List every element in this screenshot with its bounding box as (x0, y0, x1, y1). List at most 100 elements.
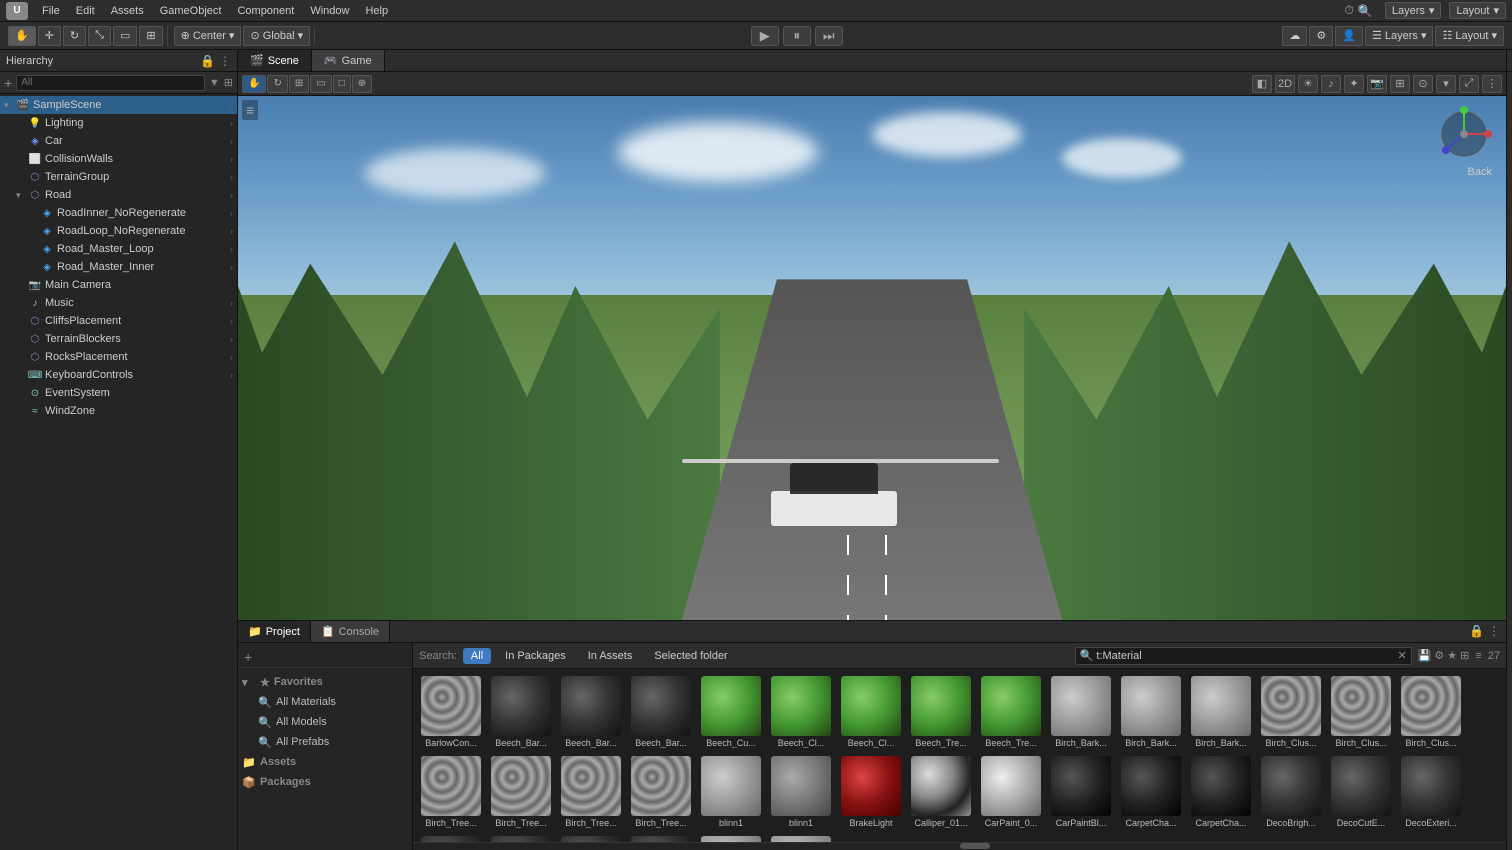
scale-tool-button[interactable]: ⤡ (88, 26, 111, 46)
asset-item-beechtre1[interactable]: Beech_Tre... (907, 673, 975, 751)
hierarchy-menu-icon[interactable]: ⋮ (219, 54, 231, 68)
menu-component[interactable]: Component (231, 3, 300, 19)
tab-console[interactable]: 📋 Console (311, 621, 390, 642)
history-icon[interactable]: ⏱ (1345, 3, 1354, 18)
hierarchy-item-cliffsplacement[interactable]: ⬡ CliffsPlacement › (0, 312, 237, 330)
viewport-cam-button[interactable]: 📷 (1367, 75, 1387, 93)
asset-item-blinn2[interactable]: blinn1 (767, 753, 835, 831)
asset-item-birchbark3[interactable]: Birch_Bark... (1187, 673, 1255, 751)
layers-dropdown[interactable]: Layers ▾ (1385, 2, 1442, 19)
asset-grid-area[interactable]: BarlowCon... Beech_Bar... Beech_Bar... (413, 669, 1506, 842)
pause-button[interactable]: ⏸ (783, 26, 811, 46)
asset-item-birchtree2[interactable]: Birch_Tree... (487, 753, 555, 831)
layout-dropdown[interactable]: Layout ▾ (1449, 2, 1506, 19)
filter-all[interactable]: All (463, 648, 491, 664)
hierarchy-item-roadmasterinner[interactable]: ◈ Road_Master_Inner › (0, 258, 237, 276)
project-search-input[interactable] (1096, 650, 1397, 662)
scene-gizmo-button[interactable]: ⊕ (352, 75, 372, 93)
search-options-icon[interactable]: ⚙ (1434, 649, 1444, 662)
filter-selected-folder[interactable]: Selected folder (646, 648, 735, 664)
hierarchy-item-roadloop[interactable]: ◈ RoadLoop_NoRegenerate › (0, 222, 237, 240)
filter-in-packages[interactable]: In Packages (497, 648, 574, 664)
asset-item-birchtree3[interactable]: Birch_Tree... (557, 753, 625, 831)
hierarchy-item-windzone[interactable]: ≈ WindZone (0, 402, 237, 420)
hierarchy-grid-icon[interactable]: ⊞ (224, 76, 233, 89)
asset-item-beechcu3[interactable]: Beech_Cl... (837, 673, 905, 751)
step-button[interactable]: ⏭ (815, 26, 843, 46)
hierarchy-item-maincamera[interactable]: 📷 Main Camera (0, 276, 237, 294)
global-button[interactable]: ⊙ Global ▾ (243, 26, 310, 46)
menu-file[interactable]: File (36, 3, 66, 19)
sidebar-section-packages[interactable]: 📦 Packages (238, 772, 412, 792)
filter-in-assets[interactable]: In Assets (580, 648, 641, 664)
menu-help[interactable]: Help (359, 3, 394, 19)
asset-item-decointer2[interactable]: DecoInteri... (557, 833, 625, 842)
viewport-more-button[interactable]: ▾ (1436, 75, 1456, 93)
asset-item-decocute[interactable]: DecoCutE... (1327, 753, 1395, 831)
menu-assets[interactable]: Assets (105, 3, 150, 19)
viewport-menu-icon[interactable]: ≡ (242, 100, 258, 120)
asset-item-carpaintbl[interactable]: CarPaintBl... (1047, 753, 1115, 831)
search-input-wrap[interactable]: 🔍 ✕ (1075, 647, 1412, 665)
asset-item-calliper[interactable]: Calliper_01... (907, 753, 975, 831)
asset-item-birchclus3[interactable]: Birch_Clus... (1397, 673, 1465, 751)
pivot-button[interactable]: ⊕ Center ▾ (174, 26, 242, 46)
asset-item-brakelight[interactable]: BrakeLight (837, 753, 905, 831)
save-search-icon[interactable]: 💾 (1418, 649, 1432, 662)
account-button[interactable]: 👤 (1335, 26, 1363, 46)
scene-transform-button[interactable]: ⊞ (289, 75, 309, 93)
menu-edit[interactable]: Edit (70, 3, 101, 19)
hierarchy-item-terrainblockers[interactable]: ⬡ TerrainBlockers › (0, 330, 237, 348)
hierarchy-item-eventsystem[interactable]: ⊙ EventSystem (0, 384, 237, 402)
hierarchy-list[interactable]: ▾ 🎬 SampleScene › 💡 Lighting › ◈ Car › (0, 94, 237, 850)
hierarchy-lock-icon[interactable]: 🔒 (200, 54, 215, 68)
scene-hand-button[interactable]: ✋ (242, 75, 266, 93)
hierarchy-item-road[interactable]: ▾ ⬡ Road › (0, 186, 237, 204)
sidebar-section-favorites[interactable]: ▾ ★ Favorites (238, 672, 412, 692)
search-star-icon[interactable]: ★ (1447, 649, 1457, 662)
hierarchy-item-keyboardcontrols[interactable]: ⌨ KeyboardControls › (0, 366, 237, 384)
viewport-options-button[interactable]: ⋮ (1482, 75, 1502, 93)
hierarchy-item-rocksplacement[interactable]: ⬡ RocksPlacement › (0, 348, 237, 366)
hierarchy-search-input[interactable] (16, 75, 205, 91)
asset-item-carpetcha2[interactable]: CarpetCha... (1187, 753, 1255, 831)
project-lock-icon[interactable]: 🔒 (1469, 624, 1484, 638)
asset-item-birchbark1[interactable]: Birch_Bark... (1047, 673, 1115, 751)
rotate-tool-button[interactable]: ↻ (63, 26, 86, 46)
hierarchy-item-roadinner[interactable]: ◈ RoadInner_NoRegenerate › (0, 204, 237, 222)
sidebar-item-all-prefabs[interactable]: 🔍 All Prefabs (238, 732, 412, 752)
hierarchy-item-terraingroup[interactable]: ⬡ TerrainGroup › (0, 168, 237, 186)
global-search-icon[interactable]: 🔍 (1358, 4, 1373, 18)
menu-gameobject[interactable]: GameObject (154, 3, 228, 19)
hierarchy-item-lighting[interactable]: 💡 Lighting › (0, 114, 237, 132)
asset-item-decointer3[interactable]: DecoInteri... (627, 833, 695, 842)
asset-item-birchbark2[interactable]: Birch_Bark... (1117, 673, 1185, 751)
asset-item-blinn1[interactable]: blinn1 (697, 753, 765, 831)
viewport-2d-button[interactable]: 2D (1275, 75, 1295, 93)
asset-item-decobright[interactable]: DecoBrigh... (1257, 753, 1325, 831)
asset-item-beechtre2[interactable]: Beech_Tre... (977, 673, 1045, 751)
collab-button[interactable]: ☁ (1282, 26, 1307, 46)
layers-btn[interactable]: ☰ Layers ▾ (1365, 26, 1434, 46)
scene-rect2-button[interactable]: □ (333, 75, 351, 93)
viewport-light-button[interactable]: ☀ (1298, 75, 1318, 93)
viewport-shading-button[interactable]: ◧ (1252, 75, 1272, 93)
asset-item-barlowcon[interactable]: BarlowCon... (417, 673, 485, 751)
viewport-expand-button[interactable]: ⤢ (1459, 75, 1479, 93)
asset-item-carpetcha1[interactable]: CarpetCha... (1117, 753, 1185, 831)
menu-window[interactable]: Window (304, 3, 355, 19)
sidebar-item-all-materials[interactable]: 🔍 All Materials (238, 692, 412, 712)
hierarchy-item-music[interactable]: ♪ Music › (0, 294, 237, 312)
scrollbar-thumb[interactable] (960, 843, 990, 849)
sidebar-section-assets[interactable]: 📁 Assets (238, 752, 412, 772)
asset-item-default[interactable]: default (767, 833, 835, 842)
scene-rect-button[interactable]: ▭ (310, 75, 331, 93)
asset-item-beechcu2[interactable]: Beech_Cl... (767, 673, 835, 751)
asset-item-beechcu1[interactable]: Beech_Cu... (697, 673, 765, 751)
transform-tool-button[interactable]: ⊞ (139, 26, 162, 46)
asset-item-birchclus1[interactable]: Birch_Clus... (1257, 673, 1325, 751)
hierarchy-item-roadmasterloop[interactable]: ◈ Road_Master_Loop › (0, 240, 237, 258)
tab-game[interactable]: 🎮 Game (312, 50, 385, 71)
search-clear-icon[interactable]: ✕ (1397, 649, 1406, 662)
scene-rotate-button[interactable]: ↻ (267, 75, 287, 93)
